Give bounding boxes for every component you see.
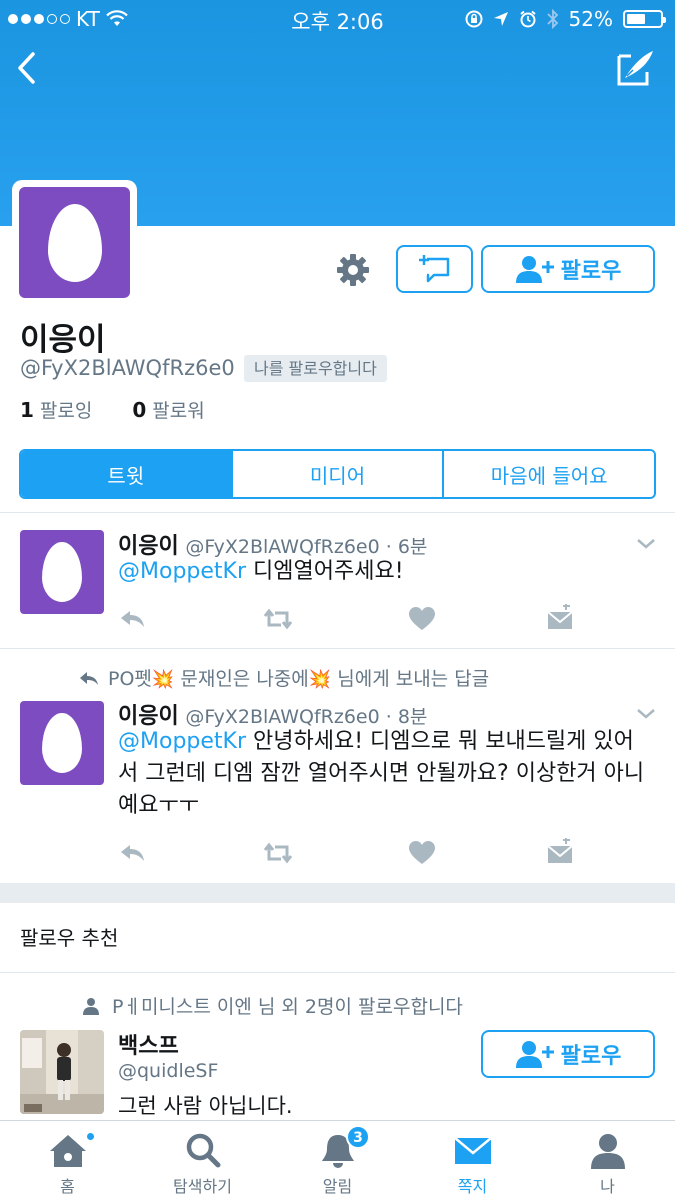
envelope-icon [454,1137,492,1164]
settings-gear-icon[interactable] [333,250,373,290]
tab-messages-label: 쪽지 [457,1177,488,1196]
location-icon [493,12,508,26]
divider [0,648,675,649]
follow-person-icon [515,1041,554,1068]
followers-label: 팔로워 [152,400,205,422]
tweet-text: @MoppetKr 디엠열어주세요! [118,556,653,588]
follows-you-badge: 나를 팔로우합니다 [244,355,387,382]
egg-icon [48,204,102,282]
social-context-text: Pㅔ미니스트 이엔 님 외 2명이 팔로우합니다 [112,996,463,1018]
status-icons: 52% [465,7,666,31]
tab-media[interactable]: 미디어 [232,451,445,497]
like-heart-icon[interactable] [407,604,437,634]
reply-context-suffix: 님에게 보내는 답글 [331,668,490,690]
following-label: 팔로잉 [39,400,93,422]
profile-screen: KT 오후 2:06 52% 팔로우 이응이 @FyX2BlAWQfRz6e0 … [0,0,675,1200]
tweet-author-meta: @FyX2BlAWQfRz6e0 · 6분 [185,536,428,558]
followers-count: 0 [132,398,147,422]
follow-suggestions-title: 팔로우 추천 [20,926,119,950]
reply-to-user-a[interactable]: PO펫 [108,668,152,690]
retweet-icon[interactable] [261,604,295,634]
suggested-user-name[interactable]: 백스프 [118,1028,179,1060]
follow-button[interactable]: 팔로우 [481,245,655,293]
reply-arrow-icon [80,671,98,685]
tweet-mention-link[interactable]: @MoppetKr [118,729,246,754]
person-icon [591,1134,625,1169]
back-button[interactable] [8,48,48,88]
tab-messages[interactable]: 쪽지 [405,1121,540,1200]
profile-avatar[interactable] [12,180,137,305]
egg-icon [42,542,82,602]
default-egg-avatar [19,187,130,298]
tab-tweets[interactable]: 트윗 [21,451,233,497]
followers-count-link[interactable]: 0 팔로워 [132,396,204,423]
profile-handle: @FyX2BlAWQfRz6e0 [20,356,235,380]
bottom-tab-bar: 홈 탐색하기 3 알림 쪽지 나 [0,1120,675,1200]
suggested-user-bio: 그런 사람 아닙니다. [118,1094,293,1118]
direct-message-button[interactable] [396,245,473,293]
tab-home-label: 홈 [60,1177,75,1196]
direct-message-envelope-icon[interactable] [545,604,575,634]
tweet-avatar[interactable] [20,701,104,785]
person-icon [83,997,99,1015]
tab-home[interactable]: 홈 [0,1121,135,1200]
divider [0,512,675,513]
tab-notifications[interactable]: 3 알림 [270,1121,405,1200]
retweet-icon[interactable] [261,838,295,868]
tweet-author-meta: @FyX2BlAWQfRz6e0 · 8분 [185,706,428,728]
tweet-options-chevron-icon[interactable] [635,532,657,554]
following-count: 1 [20,398,34,422]
tab-likes[interactable]: 마음에 들어요 [444,451,654,497]
collision-emoji-icon: 💥 [151,669,175,690]
suggested-user-photo [20,1030,104,1114]
suggested-user-handle: @quidleSF [118,1060,219,1082]
message-plus-icon [418,255,449,283]
tab-me-label: 나 [600,1177,615,1196]
reply-to-user-b[interactable]: 문재인은 나중에 [174,668,308,690]
direct-message-envelope-icon[interactable] [545,838,575,868]
reply-icon[interactable] [118,838,148,868]
suggested-follow-label: 팔로우 [560,1044,622,1069]
alarm-icon [519,10,536,28]
bluetooth-icon [546,9,558,29]
new-content-dot [85,1131,96,1142]
divider [0,972,675,973]
follow-button-label: 팔로우 [560,259,622,284]
notification-count-badge: 3 [346,1125,370,1149]
suggested-user-avatar[interactable] [20,1030,104,1114]
tweet-avatar[interactable] [20,530,104,614]
section-separator [0,883,675,903]
reply-context: PO펫💥 문재인은 나중에💥 님에게 보내는 답글 [78,664,489,691]
social-context: Pㅔ미니스트 이엔 님 외 2명이 팔로우합니다 [82,992,463,1019]
tab-notifications-label: 알림 [322,1177,353,1196]
tweet-body: 디엠열어주세요! [246,559,404,584]
profile-name: 이응이 [20,322,106,358]
profile-tabs: 트윗 미디어 마음에 들어요 [19,449,656,499]
collision-emoji-icon: 💥 [308,669,332,690]
battery-icon [623,10,666,28]
following-count-link[interactable]: 1 팔로잉 [20,396,92,423]
tab-explore-label: 탐색하기 [173,1177,232,1196]
suggested-follow-button[interactable]: 팔로우 [481,1030,655,1078]
follow-counts: 1 팔로잉 0 팔로워 [20,396,205,423]
egg-icon [42,713,82,773]
tweet-actions [118,604,573,634]
battery-percent: 52% [568,7,613,31]
tweet-options-chevron-icon[interactable] [635,702,657,724]
tweet-actions [118,838,573,868]
tweet-mention-link[interactable]: @MoppetKr [118,559,246,584]
follow-person-icon [515,256,554,283]
status-bar: KT 오후 2:06 52% [0,0,675,36]
tab-explore[interactable]: 탐색하기 [135,1121,270,1200]
home-icon [50,1135,86,1167]
tweet-text: @MoppetKr 안녕하세요! 디엠으로 뭐 보내드릴게 있어서 그런데 디엠… [118,726,653,822]
rotation-lock-icon [465,10,483,28]
reply-icon[interactable] [118,604,148,634]
compose-tweet-button[interactable] [613,46,657,90]
tab-me[interactable]: 나 [540,1121,675,1200]
search-icon [186,1133,221,1168]
like-heart-icon[interactable] [407,838,437,868]
